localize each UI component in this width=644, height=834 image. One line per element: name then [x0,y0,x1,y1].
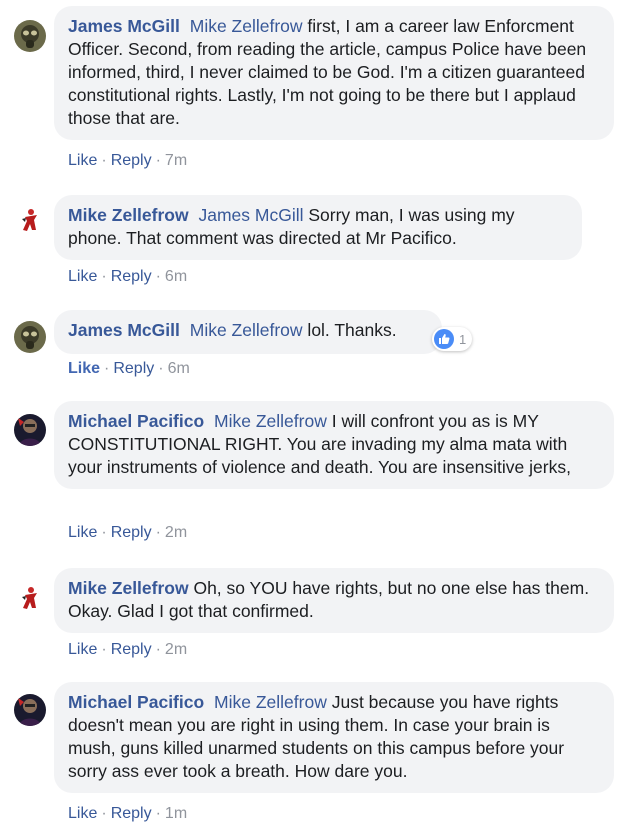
reaction-count-value: 1 [459,331,467,347]
gas-mask-avatar[interactable] [14,321,46,353]
reaction-count[interactable]: 1 [432,327,473,351]
gas-mask-avatar[interactable] [14,20,46,52]
comment-author[interactable]: Michael Pacifico [68,692,204,712]
reply-link[interactable]: Reply [113,360,154,377]
comment-actions: Like · Reply · 7m [68,152,188,169]
comment-bubble: Michael Pacifico Mike Zellefrow I will c… [54,401,614,489]
like-link[interactable]: Like [68,152,97,169]
comment-timestamp[interactable]: 2m [165,524,187,541]
comment-timestamp[interactable]: 1m [165,805,187,822]
comment-bubble: Mike Zellefrow James McGill Sorry man, I… [54,195,582,260]
like-link[interactable]: Like [68,641,97,658]
comment-mention[interactable]: Mike Zellefrow [214,692,327,712]
comment-timestamp[interactable]: 7m [165,152,187,169]
like-link[interactable]: Like [68,268,97,285]
comment-bubble: Michael Pacifico Mike Zellefrow Just bec… [54,682,614,793]
reply-link[interactable]: Reply [111,641,152,658]
comment-bubble: James McGill Mike Zellefrow lol. Thanks. [54,310,442,354]
comment-timestamp[interactable]: 6m [165,268,187,285]
reply-link[interactable]: Reply [111,268,152,285]
comment-actions: Like · Reply · 1m [68,805,188,822]
comment-mention[interactable]: Mike Zellefrow [214,411,327,431]
comment-mention[interactable]: Mike Zellefrow [190,16,303,36]
like-link[interactable]: Like [68,360,100,377]
like-link[interactable]: Like [68,524,97,541]
like-link[interactable]: Like [68,805,97,822]
comment-author[interactable]: Mike Zellefrow [68,578,189,598]
comment-actions: Like · Reply · 2m [68,524,188,541]
reply-link[interactable]: Reply [111,805,152,822]
dark-portrait-avatar[interactable] [14,414,46,446]
red-figure-avatar[interactable] [14,205,46,237]
red-figure-avatar[interactable] [14,583,46,615]
comment-timestamp[interactable]: 2m [165,641,187,658]
dark-portrait-avatar[interactable] [14,694,46,726]
comment-bubble: James McGill Mike Zellefrow first, I am … [54,6,614,140]
comment-author[interactable]: Michael Pacifico [68,411,204,431]
comment-mention[interactable]: James McGill [198,205,303,225]
comment-actions: Like · Reply · 2m [68,641,188,658]
comment-timestamp[interactable]: 6m [168,360,190,377]
comment-mention[interactable]: Mike Zellefrow [190,320,303,340]
comment-author[interactable]: Mike Zellefrow [68,205,189,225]
reply-link[interactable]: Reply [111,152,152,169]
comment-text: lol. Thanks. [302,320,397,340]
comment-actions: Like · Reply · 6m [68,268,188,285]
thumbs-up-icon [434,329,454,349]
comment-bubble: Mike Zellefrow Oh, so YOU have rights, b… [54,568,614,633]
comment-author[interactable]: James McGill [68,320,180,340]
comment-actions: Like · Reply · 6m [68,360,190,377]
reply-link[interactable]: Reply [111,524,152,541]
comment-author[interactable]: James McGill [68,16,180,36]
